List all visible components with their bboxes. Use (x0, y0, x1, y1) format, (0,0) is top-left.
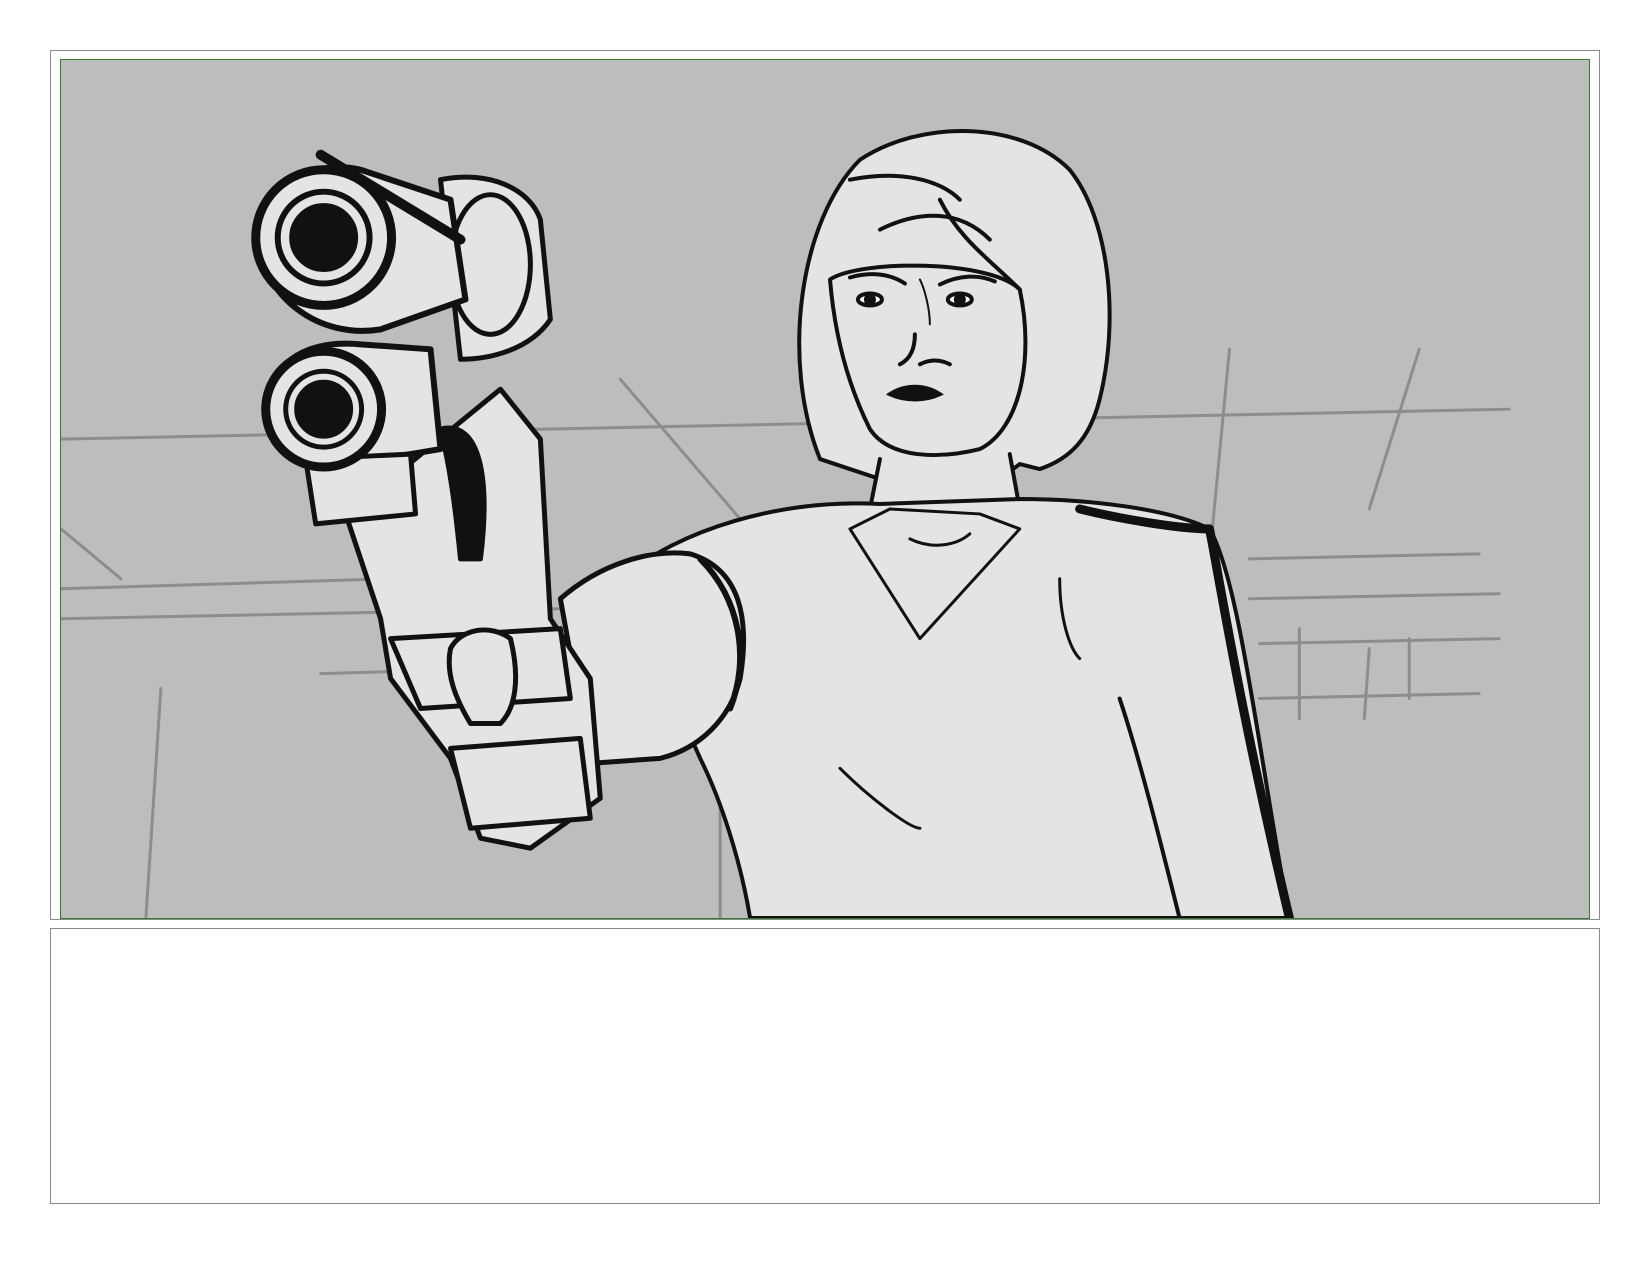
caption-box[interactable] (50, 928, 1600, 1204)
storyboard-panel-frame (50, 50, 1600, 920)
storyboard-panel-image (60, 59, 1590, 919)
sketch-illustration (61, 129, 1511, 918)
woman-figure (618, 129, 1294, 918)
